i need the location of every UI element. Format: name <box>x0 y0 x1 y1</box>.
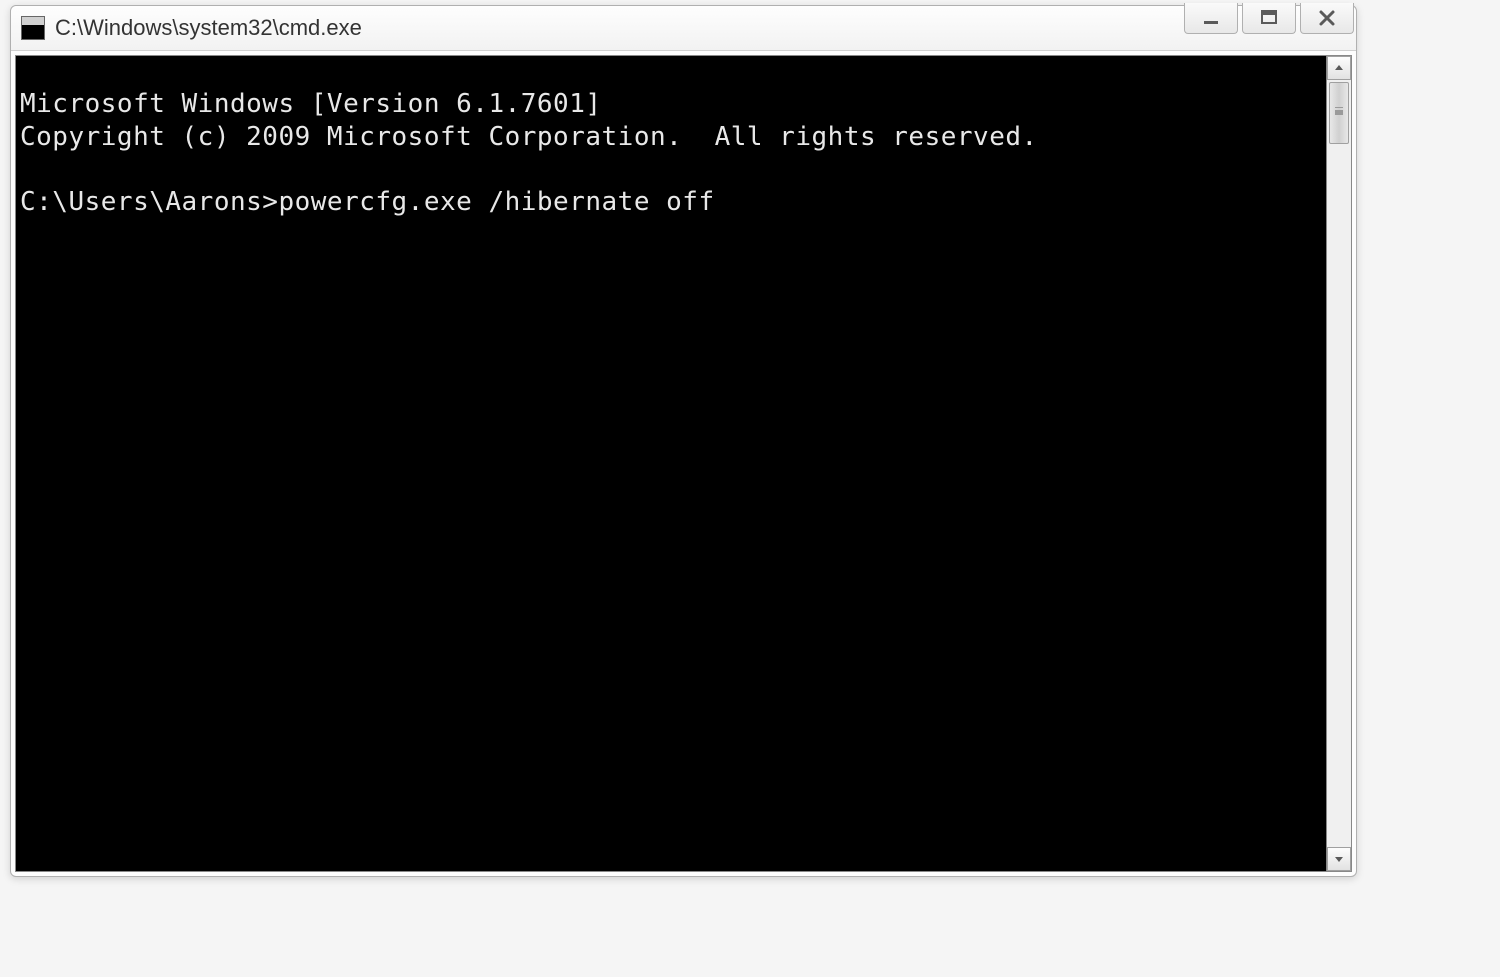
minimize-button[interactable] <box>1184 3 1238 34</box>
cmd-app-icon <box>21 16 45 40</box>
scroll-down-button[interactable] <box>1327 847 1351 871</box>
minimize-icon <box>1202 9 1220 27</box>
maximize-button[interactable] <box>1242 3 1296 34</box>
scrollbar-thumb[interactable] <box>1329 82 1349 144</box>
title-bar[interactable]: C:\Windows\system32\cmd.exe <box>11 6 1356 51</box>
chevron-up-icon <box>1334 63 1344 73</box>
vertical-scrollbar[interactable] <box>1326 56 1351 871</box>
window-title: C:\Windows\system32\cmd.exe <box>55 15 362 41</box>
close-button[interactable] <box>1300 3 1354 34</box>
cmd-window: C:\Windows\system32\cmd.exe Microsoft <box>10 5 1357 877</box>
maximize-icon <box>1260 9 1278 27</box>
scrollbar-track[interactable] <box>1327 80 1351 847</box>
window-control-buttons <box>1184 3 1354 34</box>
scroll-up-button[interactable] <box>1327 56 1351 80</box>
console-client-area: Microsoft Windows [Version 6.1.7601] Cop… <box>15 55 1352 872</box>
console-output[interactable]: Microsoft Windows [Version 6.1.7601] Cop… <box>16 82 1326 845</box>
close-icon <box>1318 9 1336 27</box>
chevron-down-icon <box>1334 854 1344 864</box>
